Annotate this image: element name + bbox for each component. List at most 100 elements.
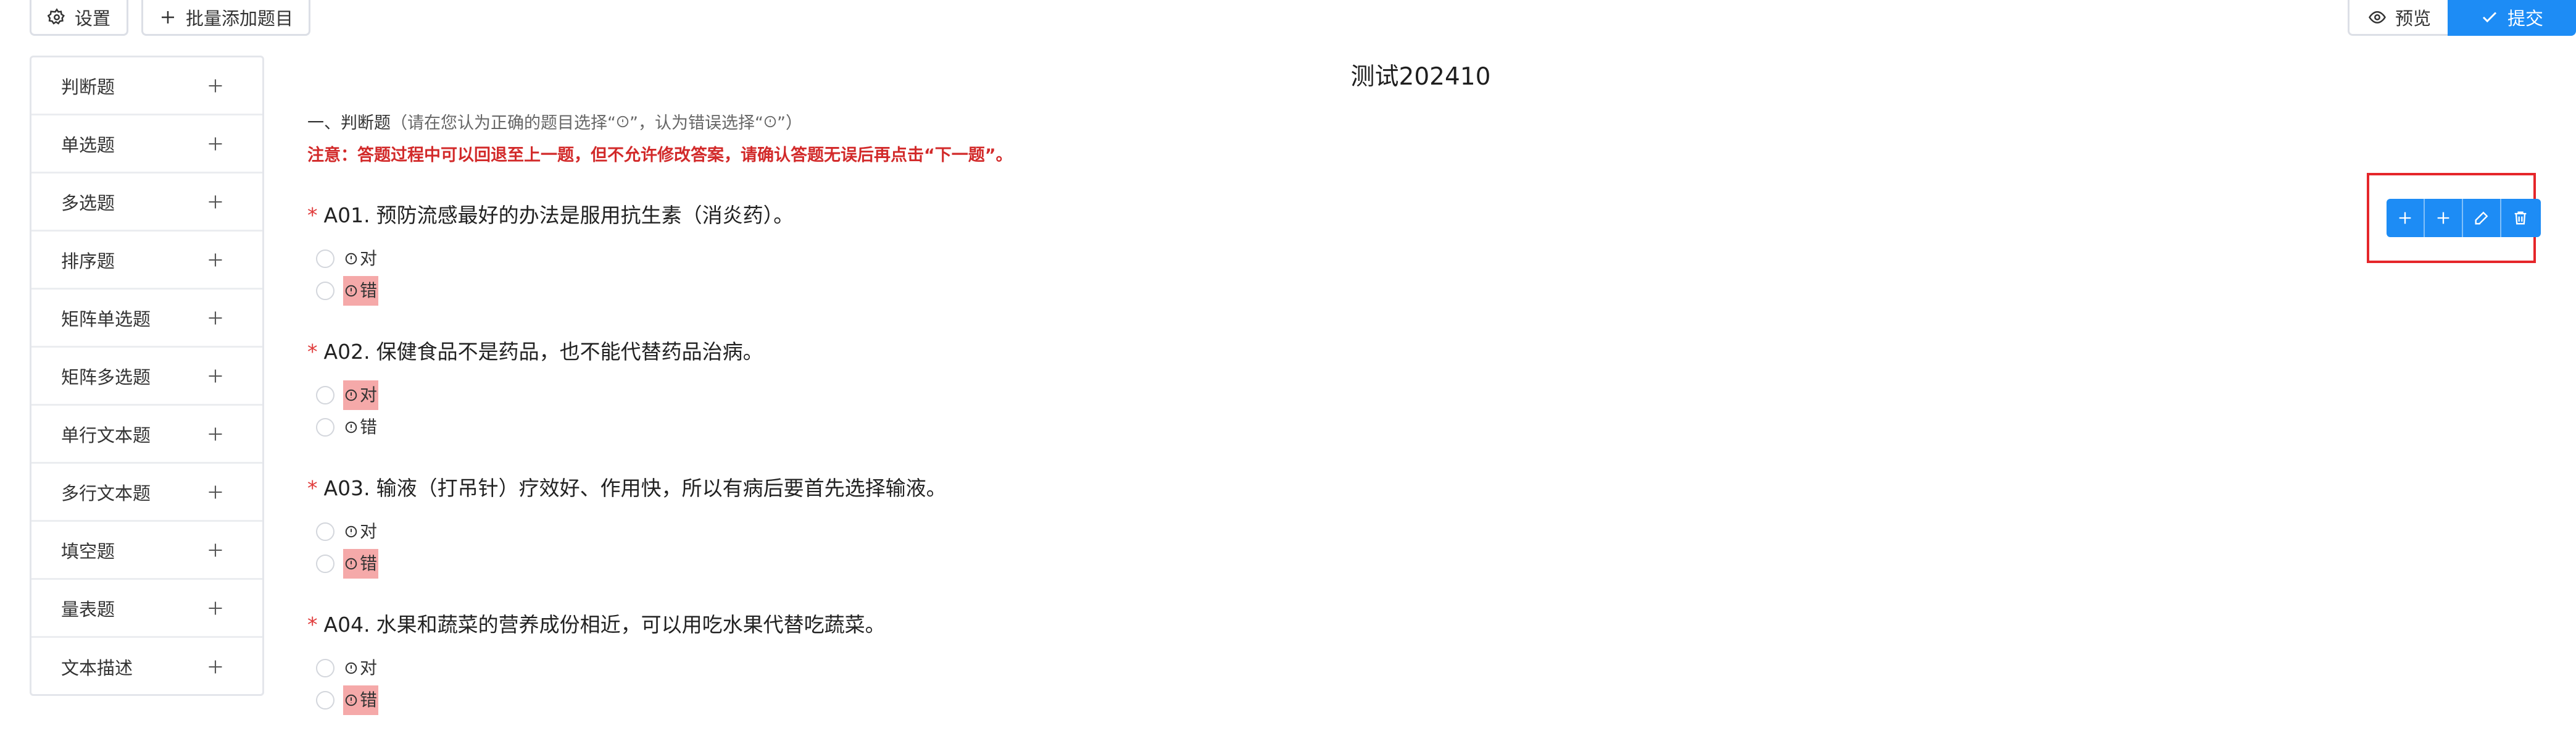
gear-icon: [47, 7, 65, 25]
question-title: * A04. 水果和蔬菜的营养成份相近，可以用吃水果代替吃蔬菜。: [307, 610, 2159, 640]
sidebar-item-true-false[interactable]: 判断题: [31, 57, 262, 115]
option-label: 对: [343, 244, 378, 274]
question-a04[interactable]: * A04. 水果和蔬菜的营养成份相近，可以用吃水果代替吃蔬菜。 对 错: [307, 610, 2159, 716]
sidebar-item-label: 多行文本题: [61, 482, 151, 504]
radio-button[interactable]: [316, 659, 334, 677]
option-false[interactable]: 错: [316, 684, 2159, 716]
info-circle-icon: [345, 662, 357, 674]
radio-button[interactable]: [316, 386, 334, 404]
option-label: 对: [343, 517, 378, 546]
question-text: 输液（打吊针）疗效好、作用快，所以有病后要首先选择输液。: [376, 476, 947, 500]
option-label: 错: [343, 549, 379, 579]
question-title: * A03. 输液（打吊针）疗效好、作用快，所以有病后要首先选择输液。: [307, 474, 2159, 503]
plus-icon: [161, 10, 174, 23]
plus-icon[interactable]: [207, 600, 224, 617]
sidebar-item-label: 矩阵单选题: [61, 308, 151, 330]
question-a01[interactable]: * A01. 预防流感最好的办法是服用抗生素（消炎药）。 对 错: [307, 201, 2159, 307]
plus-icon[interactable]: [207, 425, 224, 443]
plus-icon[interactable]: [207, 658, 224, 676]
page-title: 测试202410: [1350, 63, 1491, 91]
question-text: 水果和蔬菜的营养成份相近，可以用吃水果代替吃蔬菜。: [376, 613, 886, 637]
question-number: A01.: [323, 203, 370, 227]
question-title: * A02. 保健食品不是药品，也不能代替药品治病。: [307, 337, 2159, 367]
option-true[interactable]: 对: [316, 379, 2159, 411]
option-true[interactable]: 对: [316, 516, 2159, 548]
survey-canvas: 测试202410 一、判断题（请在您认为正确的题目选择“ ”，认为错误选择“”） …: [265, 0, 2576, 741]
plus-icon[interactable]: [207, 193, 224, 211]
sidebar-item-scale[interactable]: 量表题: [31, 580, 262, 638]
section-heading: 一、判断题（请在您认为正确的题目选择“ ”，认为错误选择“”）: [307, 111, 802, 136]
sidebar-item-multi-line-text[interactable]: 多行文本题: [31, 464, 262, 522]
plus-icon[interactable]: [207, 135, 224, 153]
info-circle-icon: [764, 115, 776, 128]
section-hint: （请在您认为正确的题目选择“ ”，认为错误选择“”）: [391, 114, 802, 133]
info-circle-icon: [345, 421, 357, 433]
sidebar-item-text-description[interactable]: 文本描述: [31, 638, 262, 696]
option-false[interactable]: 错: [316, 275, 2159, 307]
sidebar-item-label: 量表题: [61, 598, 115, 620]
info-circle-icon: [345, 389, 357, 401]
radio-button[interactable]: [316, 555, 334, 573]
info-circle-icon: [345, 253, 357, 265]
question-number: A04.: [323, 613, 370, 637]
sidebar-item-matrix-multiple[interactable]: 矩阵多选题: [31, 348, 262, 406]
edit-question-button[interactable]: [2463, 199, 2501, 237]
trash-icon: [2514, 211, 2527, 225]
sidebar-item-fill-blank[interactable]: 填空题: [31, 522, 262, 580]
settings-label: 设置: [74, 7, 110, 29]
radio-button[interactable]: [316, 282, 334, 300]
sidebar-item-ranking[interactable]: 排序题: [31, 232, 262, 290]
info-circle-icon: [617, 115, 629, 128]
required-mark: *: [307, 340, 318, 364]
question-a03[interactable]: * A03. 输液（打吊针）疗效好、作用快，所以有病后要首先选择输液。 对 错: [307, 474, 2159, 580]
question-title: * A01. 预防流感最好的办法是服用抗生素（消炎药）。: [307, 201, 2159, 230]
sidebar-item-label: 文本描述: [61, 658, 133, 679]
option-true[interactable]: 对: [316, 652, 2159, 684]
plus-icon: [2437, 212, 2449, 224]
plus-icon[interactable]: [207, 309, 224, 327]
question-text: 保健食品不是药品，也不能代替药品治病。: [376, 340, 763, 364]
section-title: 一、判断题: [307, 114, 391, 133]
option-label: 错: [343, 276, 379, 306]
question-type-sidebar: 判断题 单选题 多选题 排序题 矩阵单选题 矩阵多选题 单行文本题 多行文本题 …: [30, 56, 264, 696]
sidebar-item-multiple-choice[interactable]: 多选题: [31, 174, 262, 232]
delete-question-button[interactable]: [2501, 199, 2540, 237]
option-true[interactable]: 对: [316, 243, 2159, 275]
settings-button[interactable]: 设置: [30, 0, 128, 36]
radio-button[interactable]: [316, 691, 334, 710]
sidebar-item-single-line-text[interactable]: 单行文本题: [31, 406, 262, 464]
sidebar-item-label: 填空题: [61, 540, 115, 562]
option-label: 错: [343, 685, 379, 715]
plus-icon[interactable]: [207, 542, 224, 559]
add-question-button[interactable]: [2387, 199, 2425, 237]
required-mark: *: [307, 203, 318, 227]
question-action-bar: [2387, 199, 2541, 237]
required-mark: *: [307, 613, 318, 637]
question-a02[interactable]: * A02. 保健食品不是药品，也不能代替药品治病。 对 错: [307, 337, 2159, 443]
plus-icon[interactable]: [207, 251, 224, 269]
info-circle-icon: [345, 525, 357, 538]
sidebar-item-label: 排序题: [61, 250, 115, 272]
radio-button[interactable]: [316, 522, 334, 541]
notice-text: 注意：答题过程中可以回退至上一题，但不允许修改答案，请确认答题无误后再点击“下一…: [307, 146, 1013, 165]
radio-button[interactable]: [316, 418, 334, 437]
question-number: A03.: [323, 476, 370, 500]
plus-icon[interactable]: [207, 367, 224, 385]
info-circle-icon: [345, 285, 357, 297]
sidebar-item-single-choice[interactable]: 单选题: [31, 115, 262, 174]
question-number: A02.: [323, 340, 370, 364]
info-circle-icon: [345, 558, 357, 570]
sidebar-item-matrix-single[interactable]: 矩阵单选题: [31, 290, 262, 348]
sidebar-item-label: 单选题: [61, 134, 115, 156]
option-label: 对: [343, 653, 378, 683]
question-action-highlight: [2367, 173, 2541, 263]
question-text: 预防流感最好的办法是服用抗生素（消炎药）。: [376, 203, 794, 227]
plus-icon[interactable]: [207, 484, 224, 501]
option-false[interactable]: 错: [316, 548, 2159, 580]
plus-icon[interactable]: [207, 77, 224, 94]
sidebar-item-label: 多选题: [61, 192, 115, 214]
option-false[interactable]: 错: [316, 411, 2159, 443]
info-circle-icon: [345, 694, 357, 706]
radio-button[interactable]: [316, 249, 334, 268]
insert-question-button[interactable]: [2425, 199, 2463, 237]
